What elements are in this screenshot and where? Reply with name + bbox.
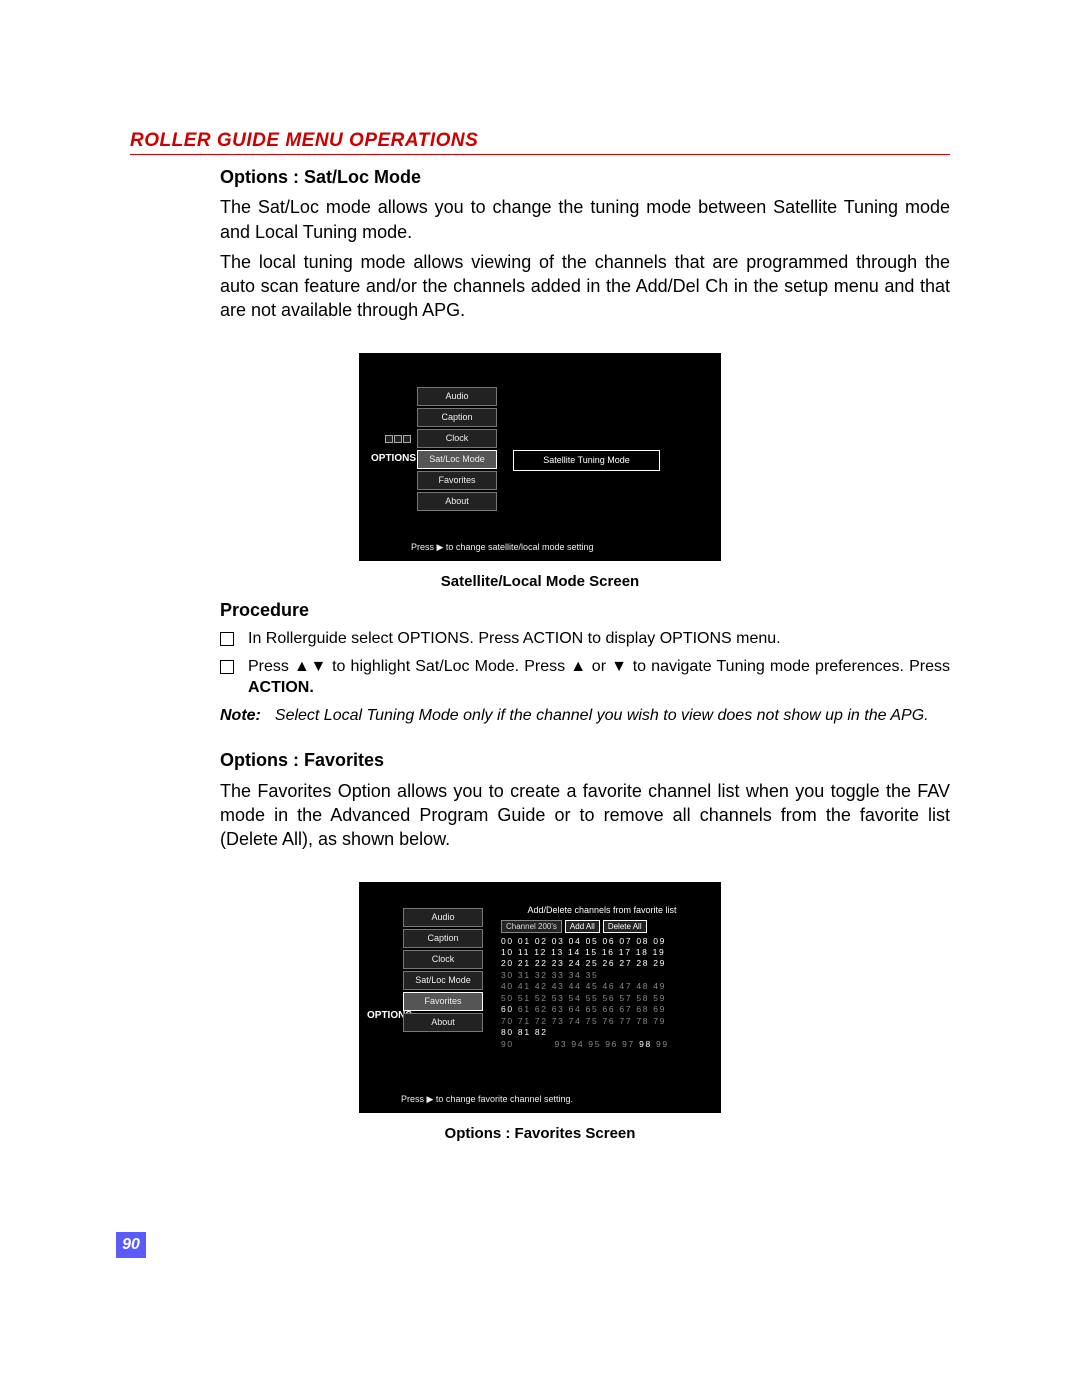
hint-text: Press ▶ to change satellite/local mode s… xyxy=(411,542,594,553)
procedure-step-2: Press ▲▼ to highlight Sat/Loc Mode. Pres… xyxy=(248,656,950,699)
menu-item-sat-loc-mode[interactable]: Sat/Loc Mode xyxy=(403,971,483,990)
menu-item-audio[interactable]: Audio xyxy=(417,387,497,406)
note-text: Select Local Tuning Mode only if the cha… xyxy=(275,705,950,727)
procedure-heading: Procedure xyxy=(220,598,950,622)
favorites-button-channel-s[interactable]: Channel 200's xyxy=(501,920,562,933)
favorites-button-add-all[interactable]: Add All xyxy=(565,920,600,933)
menu-item-sat-loc-mode[interactable]: Sat/Loc Mode xyxy=(417,450,497,469)
menu-item-about[interactable]: About xyxy=(403,1013,483,1032)
procedure-step-1: In Rollerguide select OPTIONS. Press ACT… xyxy=(248,628,950,650)
favorites-channel-grid[interactable]: 00 01 02 03 04 05 06 07 08 0910 11 12 13… xyxy=(501,936,703,1051)
procedure-step-2a: Press ▲▼ to highlight Sat/Loc Mode. Pres… xyxy=(248,658,950,675)
checkbox-icon xyxy=(220,632,234,646)
menu-item-favorites[interactable]: Favorites xyxy=(403,992,483,1011)
page-number: 90 xyxy=(116,1232,146,1258)
hint-text: Press ▶ to change favorite channel setti… xyxy=(401,1094,573,1105)
menu-item-favorites[interactable]: Favorites xyxy=(417,471,497,490)
options-label: OPTIONS xyxy=(371,453,416,464)
favorites-panel-title: Add/Delete channels from favorite list xyxy=(501,906,703,916)
checkbox-icon xyxy=(220,660,234,674)
favorites-button-delete-all[interactable]: Delete All xyxy=(603,920,647,933)
figure1-caption: Satellite/Local Mode Screen xyxy=(130,573,950,590)
figure2-caption: Options : Favorites Screen xyxy=(130,1125,950,1142)
cursor-hand-icon xyxy=(375,992,405,1010)
subhead-satloc: Options : Sat/Loc Mode xyxy=(220,165,950,189)
note-label: Note: xyxy=(220,705,261,727)
figure-satloc-screen: OPTIONS Audio Caption Clock Sat/Loc Mode Fav… xyxy=(359,353,721,561)
figure-favorites-screen: OPTIONS AudioCaptionClockSat/Loc ModeFav… xyxy=(359,882,721,1113)
section-header: ROLLER GUIDE MENU OPERATIONS xyxy=(130,130,950,155)
para-favorites: The Favorites Option allows you to creat… xyxy=(220,779,950,852)
para-satloc-1: The Sat/Loc mode allows you to change th… xyxy=(220,195,950,244)
subhead-favorites: Options : Favorites xyxy=(220,748,950,772)
menu-item-audio[interactable]: Audio xyxy=(403,908,483,927)
para-satloc-2: The local tuning mode allows viewing of … xyxy=(220,250,950,323)
satloc-value[interactable]: Satellite Tuning Mode xyxy=(513,450,660,471)
cursor-hand-icon xyxy=(385,435,415,453)
menu-item-about[interactable]: About xyxy=(417,492,497,511)
menu-item-caption[interactable]: Caption xyxy=(417,408,497,427)
menu-item-caption[interactable]: Caption xyxy=(403,929,483,948)
menu-item-clock[interactable]: Clock xyxy=(403,950,483,969)
procedure-step-2b: ACTION. xyxy=(248,679,314,696)
menu-item-clock[interactable]: Clock xyxy=(417,429,497,448)
